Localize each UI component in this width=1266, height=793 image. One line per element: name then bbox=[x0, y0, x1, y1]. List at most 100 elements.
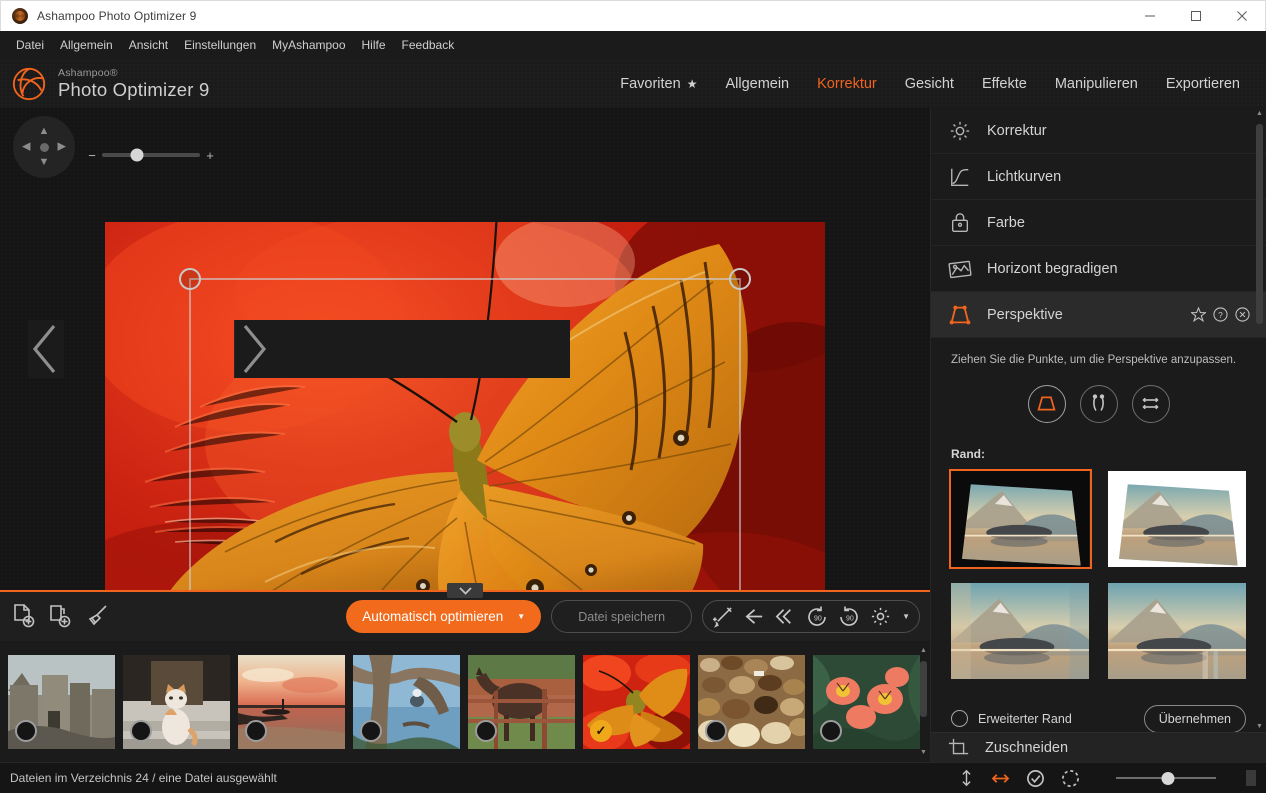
sidebar-item-perspektive[interactable]: Perspektive ? bbox=[931, 292, 1266, 338]
nav-item-effekte[interactable]: Effekte bbox=[968, 70, 1041, 98]
list-item[interactable] bbox=[353, 655, 460, 749]
pan-control[interactable]: ▲ ▼ ◀ ▶ bbox=[13, 116, 75, 178]
image-viewer[interactable]: ▲ ▼ ◀ ▶ − + bbox=[0, 108, 930, 590]
undo-icon[interactable] bbox=[743, 605, 766, 628]
zoom-slider-handle[interactable] bbox=[131, 149, 144, 162]
border-option-stretch-2[interactable] bbox=[1108, 583, 1247, 679]
check-circle-icon[interactable] bbox=[1026, 769, 1045, 788]
status-bar: Dateien im Verzeichnis 24 / eine Datei a… bbox=[0, 762, 1266, 793]
sidebar-item-zuschneiden-partial[interactable]: Zuschneiden bbox=[931, 732, 1266, 762]
pan-left-icon[interactable]: ◀ bbox=[22, 142, 30, 153]
favorite-star-icon[interactable] bbox=[1191, 307, 1206, 322]
nav-item-manipulieren[interactable]: Manipulieren bbox=[1041, 70, 1152, 98]
list-item[interactable] bbox=[698, 655, 805, 749]
thumbnail-select-marker[interactable] bbox=[130, 720, 152, 742]
tools-panel-scrollbar-thumb[interactable] bbox=[1256, 124, 1263, 324]
previous-image-button[interactable] bbox=[28, 320, 64, 378]
border-option-black[interactable] bbox=[951, 471, 1090, 567]
main-nav: Favoriten ★ Allgemein Korrektur Gesicht … bbox=[606, 70, 1266, 98]
broom-icon[interactable] bbox=[84, 603, 111, 630]
zoom-out-icon[interactable]: − bbox=[86, 148, 98, 163]
status-zoom-slider-handle[interactable] bbox=[1162, 772, 1175, 785]
border-option-stretch-1[interactable] bbox=[951, 583, 1090, 679]
thumbnail-select-marker[interactable] bbox=[705, 720, 727, 742]
chevron-down-icon[interactable]: ▼ bbox=[517, 612, 525, 621]
pan-up-icon[interactable]: ▲ bbox=[39, 126, 50, 137]
thumbnail-select-marker[interactable] bbox=[820, 720, 842, 742]
thumbnail-select-marker[interactable] bbox=[360, 720, 382, 742]
chevron-down-icon[interactable]: ▼ bbox=[1255, 723, 1264, 730]
close-icon[interactable] bbox=[1235, 307, 1250, 322]
menu-item-myashampoo[interactable]: MyAshampoo bbox=[264, 34, 353, 56]
rotate-left-90-icon[interactable]: 90 bbox=[805, 605, 829, 629]
border-section-label: Rand: bbox=[951, 447, 1246, 461]
list-item[interactable] bbox=[813, 655, 920, 749]
settings-gear-icon[interactable] bbox=[869, 605, 892, 628]
maximize-button[interactable] bbox=[1173, 1, 1219, 31]
tools-panel-scrollbar[interactable]: ▲ ▼ bbox=[1255, 114, 1264, 726]
zoom-slider[interactable]: − + bbox=[86, 148, 216, 162]
nav-item-allgemein[interactable]: Allgemein bbox=[711, 70, 803, 98]
filmstrip-scrollbar-thumb[interactable] bbox=[920, 661, 927, 717]
fit-horizontal-icon[interactable] bbox=[991, 770, 1010, 787]
menu-item-ansicht[interactable]: Ansicht bbox=[121, 34, 176, 56]
list-item[interactable] bbox=[123, 655, 230, 749]
nav-item-korrektur[interactable]: Korrektur bbox=[803, 70, 891, 98]
resize-grip[interactable] bbox=[1246, 770, 1256, 786]
sidebar-item-korrektur[interactable]: Korrektur bbox=[931, 108, 1266, 154]
add-folder-icon[interactable] bbox=[47, 603, 74, 630]
chevron-up-icon[interactable]: ▲ bbox=[1255, 110, 1264, 117]
auto-optimize-button[interactable]: Automatisch optimieren ▼ bbox=[346, 600, 541, 633]
chevron-down-icon[interactable]: ▼ bbox=[919, 749, 928, 756]
sidebar-item-horizont-begradigen[interactable]: Horizont begradigen bbox=[931, 246, 1266, 292]
menu-item-hilfe[interactable]: Hilfe bbox=[354, 34, 394, 56]
minimize-button[interactable] bbox=[1127, 1, 1173, 31]
thumbnail-select-marker[interactable] bbox=[590, 720, 612, 742]
thumbnail-select-marker[interactable] bbox=[475, 720, 497, 742]
edit-tools-group: 90 90 ▼ bbox=[702, 600, 920, 633]
fit-vertical-icon[interactable] bbox=[958, 769, 975, 787]
perspective-vertical-mode-button[interactable] bbox=[1080, 385, 1118, 423]
menu-item-feedback[interactable]: Feedback bbox=[394, 34, 463, 56]
svg-text:90: 90 bbox=[846, 615, 854, 622]
perspective-free-mode-button[interactable] bbox=[1028, 385, 1066, 423]
thumbnail-select-marker[interactable] bbox=[245, 720, 267, 742]
help-icon[interactable]: ? bbox=[1213, 307, 1228, 322]
pan-down-icon[interactable]: ▼ bbox=[39, 157, 50, 168]
zoom-in-icon[interactable]: + bbox=[204, 148, 216, 163]
dashed-circle-icon[interactable] bbox=[1061, 769, 1080, 788]
nav-item-gesicht[interactable]: Gesicht bbox=[891, 70, 968, 98]
save-file-button[interactable]: Datei speichern bbox=[551, 600, 692, 633]
list-item[interactable] bbox=[8, 655, 115, 749]
sidebar-item-farbe[interactable]: Farbe bbox=[931, 200, 1266, 246]
extended-border-radio[interactable] bbox=[951, 710, 968, 727]
chevron-up-icon[interactable]: ▲ bbox=[919, 647, 928, 654]
chevron-down-icon[interactable]: ▼ bbox=[902, 612, 910, 621]
next-image-button[interactable] bbox=[234, 320, 570, 378]
menu-item-datei[interactable]: Datei bbox=[8, 34, 52, 56]
zoom-slider-track[interactable] bbox=[102, 153, 200, 157]
collapse-viewer-button[interactable] bbox=[447, 583, 483, 598]
menu-item-einstellungen[interactable]: Einstellungen bbox=[176, 34, 264, 56]
status-zoom-slider[interactable] bbox=[1116, 771, 1216, 785]
nav-item-favoriten[interactable]: Favoriten ★ bbox=[606, 70, 711, 98]
thumbnail-select-marker[interactable] bbox=[15, 720, 37, 742]
filmstrip-scrollbar[interactable]: ▲ ▼ bbox=[919, 647, 928, 756]
close-button[interactable] bbox=[1219, 1, 1265, 31]
magic-wand-icon[interactable] bbox=[712, 605, 735, 628]
nav-item-exportieren[interactable]: Exportieren bbox=[1152, 70, 1254, 98]
brand-name: Photo Optimizer 9 bbox=[58, 81, 209, 100]
apply-button[interactable]: Übernehmen bbox=[1144, 705, 1246, 733]
menu-item-allgemein[interactable]: Allgemein bbox=[52, 34, 121, 56]
filmstrip[interactable]: ▲ ▼ bbox=[0, 641, 930, 762]
list-item[interactable] bbox=[468, 655, 575, 749]
add-file-icon[interactable] bbox=[10, 603, 37, 630]
pan-right-icon[interactable]: ▶ bbox=[58, 142, 66, 153]
border-option-white[interactable] bbox=[1108, 471, 1247, 567]
list-item[interactable] bbox=[583, 655, 690, 749]
rotate-right-90-icon[interactable]: 90 bbox=[837, 605, 861, 629]
list-item[interactable] bbox=[238, 655, 345, 749]
sidebar-item-lichtkurven[interactable]: Lichtkurven bbox=[931, 154, 1266, 200]
perspective-horizontal-mode-button[interactable] bbox=[1132, 385, 1170, 423]
undo-all-icon[interactable] bbox=[774, 605, 797, 628]
